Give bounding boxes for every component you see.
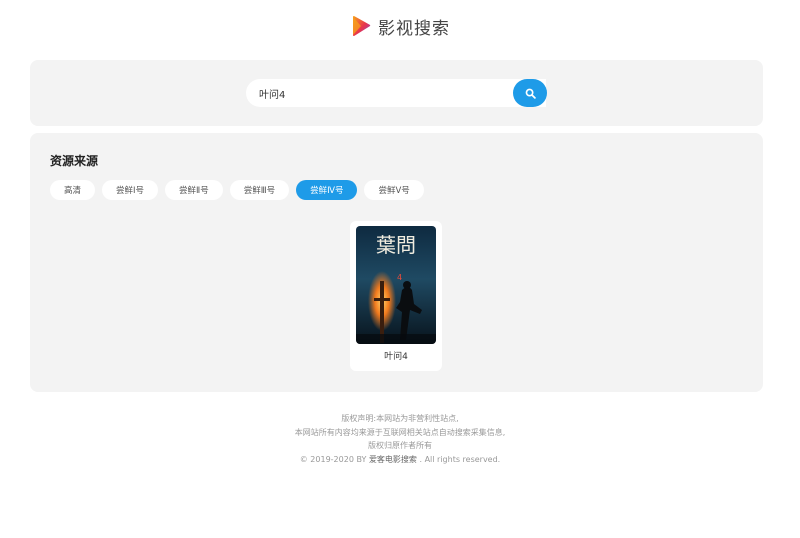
- footer-copyright: © 2019-2020 BY 爱客电影搜索 . All rights reser…: [0, 453, 800, 467]
- tab-source-4[interactable]: 尝鲜Ⅲ号: [229, 180, 290, 200]
- source-tabs: 高清 尝鲜Ⅰ号 尝鲜Ⅱ号 尝鲜Ⅲ号 尝鲜Ⅳ号 尝鲜Ⅴ号: [50, 180, 424, 200]
- tab-source-2[interactable]: 尝鲜Ⅰ号: [102, 180, 159, 200]
- search-icon: [525, 88, 536, 99]
- play-triangle-logo-icon: [353, 16, 371, 36]
- source-panel: 资源来源 高清 尝鲜Ⅰ号 尝鲜Ⅱ号 尝鲜Ⅲ号 尝鲜Ⅳ号 尝鲜Ⅴ号 葉問 4 叶问…: [30, 133, 763, 392]
- poster-title-char-1: 葉問: [376, 233, 416, 257]
- search-panel: [30, 60, 763, 126]
- tab-source-6[interactable]: 尝鲜Ⅴ号: [364, 180, 424, 200]
- movie-title[interactable]: 叶问4: [350, 349, 442, 362]
- search-button[interactable]: [513, 79, 547, 107]
- footer-site-link[interactable]: 爱客电影搜索: [369, 455, 417, 464]
- site-title: 影视搜索: [378, 18, 450, 39]
- footer-disclaimer-3: 版权归原作者所有: [368, 441, 432, 450]
- header: 影视搜索: [0, 0, 800, 52]
- footer-disclaimer-1: 版权声明:本网站为非营利性站点,: [341, 414, 459, 423]
- movie-card[interactable]: 葉問 4 叶问4: [350, 221, 442, 371]
- tab-source-5[interactable]: 尝鲜Ⅳ号: [296, 180, 358, 200]
- movie-poster[interactable]: 葉問 4: [356, 226, 436, 344]
- section-title: 资源来源: [50, 154, 99, 168]
- footer-disclaimer-2: 本网站所有内容均来源于互联网相关站点自动搜索采集信息,: [294, 427, 506, 437]
- tab-source-3[interactable]: 尝鲜Ⅱ号: [165, 180, 223, 200]
- footer: 版权声明:本网站为非营利性站点, 本网站所有内容均来源于互联网相关站点自动搜索采…: [0, 412, 800, 466]
- logo[interactable]: 影视搜索: [350, 14, 450, 39]
- copyright-suffix: . All rights reserved.: [416, 454, 501, 464]
- poster-number: 4: [397, 273, 402, 282]
- copyright-prefix: © 2019-2020 BY: [299, 454, 369, 464]
- tab-source-1[interactable]: 高清: [50, 180, 96, 200]
- search-input[interactable]: [259, 87, 519, 99]
- search-box[interactable]: [246, 79, 546, 107]
